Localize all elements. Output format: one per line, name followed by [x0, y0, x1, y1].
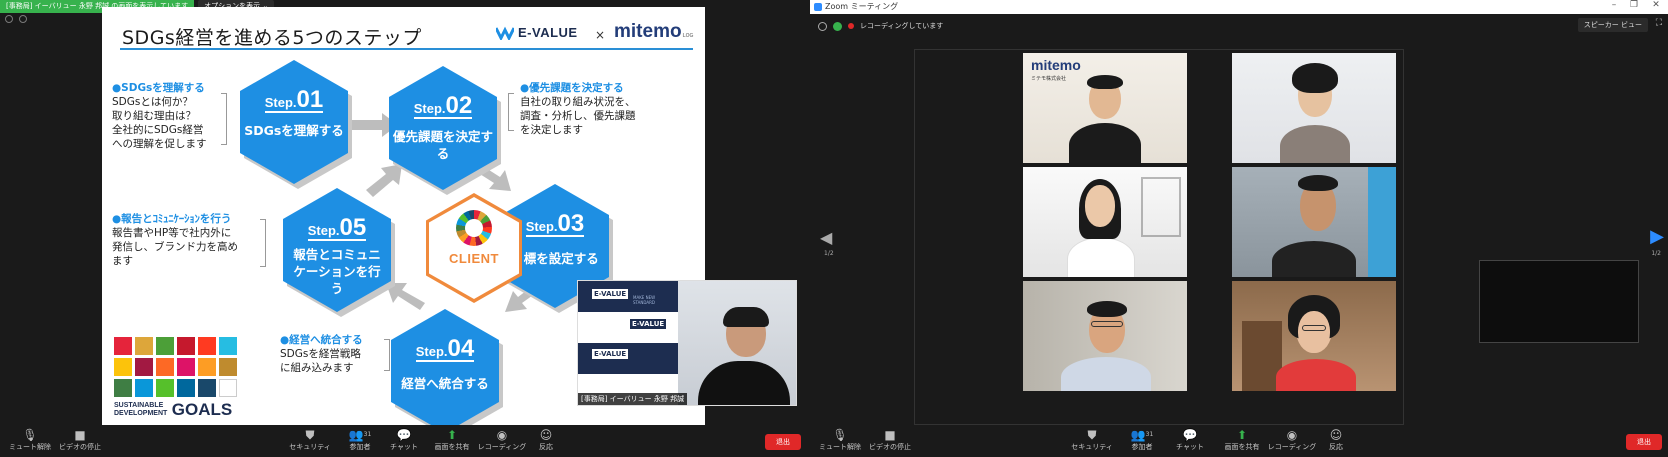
reaction-icon: ☺ [539, 428, 553, 442]
step-05-description: ●報告とｺﾐｭﾆｹｰｼｮﾝを行う 報告書やHP等で社内外に 発信し、ブランド力を… [112, 213, 238, 267]
participant-tile[interactable] [1023, 167, 1187, 277]
video-camera-icon: ■ [884, 428, 896, 442]
sdg-goal-icon [198, 358, 216, 376]
leave-button[interactable]: 退出 [1626, 434, 1662, 450]
client-label: CLIENT [449, 251, 499, 266]
speaker-video-thumbnail[interactable]: E-VALUE E-VALUE E-VALUE MAKE NEW STANDAR… [577, 280, 797, 406]
shield-icon[interactable] [19, 15, 27, 23]
chat-button[interactable]: 💬 チャット [1160, 428, 1220, 452]
thumb-brand-1: E-VALUE [592, 289, 629, 299]
step-02-label: 優先課題を決定する [393, 129, 494, 161]
window-titlebar: Zoom ミーティング – ❐ ✕ [810, 0, 1668, 14]
meeting-toolbar: 🎙 ミュート解除 ■ ビデオの停止 ⛊ セキュリティ 👥31 参加者 💬 チャット ⬆ 画面… [0, 428, 810, 457]
sdg-goal-icon [219, 337, 237, 355]
minimize-icon[interactable]: – [1606, 0, 1622, 10]
next-page-icon[interactable]: ▶ [1650, 226, 1664, 247]
thumb-brand-3: E-VALUE [592, 349, 629, 359]
sdg-goal-icon [156, 379, 174, 397]
stop-video-button[interactable]: ■ ビデオの停止 [860, 428, 920, 452]
bracket [260, 219, 266, 267]
step-04-label: 経営へ統合する [401, 376, 489, 391]
sdg-goal-icon [219, 358, 237, 376]
sdg-goal-icon [198, 337, 216, 355]
meeting-info-icons [5, 15, 27, 23]
reaction-icon: ☺ [1329, 428, 1343, 442]
step-05-label: 報告とコミュニケーションを行う [293, 247, 381, 296]
prev-page-number: 1/2 [824, 250, 834, 257]
thumb-tagline: MAKE NEW STANDARD [633, 295, 656, 305]
sdg-goal-icon [114, 358, 132, 376]
info-icon[interactable] [5, 15, 13, 23]
leave-button[interactable]: 退出 [765, 434, 801, 450]
fullscreen-icon[interactable]: ⛶ [1656, 18, 1662, 28]
sdg-goal-icon [177, 379, 195, 397]
zoom-app-icon [814, 3, 822, 11]
step-04-description: ●経営へ統合する SDGsを経営戦略 に組み込みます [280, 334, 363, 374]
sdg-goal-icon [135, 337, 153, 355]
sdg-wheel-icon [456, 210, 492, 246]
participant-tile[interactable] [1232, 167, 1396, 277]
participant-tile[interactable] [1023, 281, 1187, 391]
gallery-view: mitemo ミテモ株式会社 [914, 49, 1404, 425]
self-video-tile[interactable] [1479, 260, 1639, 343]
meeting-toolbar: 🎙 ミュート解除 ■ ビデオの停止 ⛊ セキュリティ 👥31 参加者 💬 チャット ⬆ 画面… [810, 428, 1668, 457]
recording-status: レコーディングしています [860, 22, 944, 30]
left-zoom-window: [事務局] イーバリュー 永野 邦誠 の画面を表示しています オプションを表示 … [0, 0, 810, 457]
sdg-goal-icon [135, 358, 153, 376]
next-page-number: 1/2 [1651, 250, 1661, 257]
participant-tile[interactable]: mitemo ミテモ株式会社 [1023, 53, 1187, 163]
info-icon[interactable] [818, 21, 827, 31]
reactions-button[interactable]: ☺ 反応 [516, 428, 576, 452]
close-icon[interactable]: ✕ [1648, 0, 1664, 10]
sdg-goal-icon [219, 379, 237, 397]
step-01-description: ●SDGsを理解する SDGsとは何か？ 取り組む理由は？ 全社的にSDGs経営… [112, 82, 207, 150]
stop-video-button[interactable]: ■ ビデオの停止 [50, 428, 110, 452]
window-title: Zoom ミーティング [825, 2, 899, 11]
step-01-label: SDGsを理解する [244, 123, 344, 138]
sdg-goal-icon [114, 379, 132, 397]
step-02-description: ●優先課題を決定する 自社の取り組み状況を、 調査・分析し、優先課題 を決定しま… [520, 82, 636, 136]
mitemo-tile-logo: mitemo [1031, 57, 1081, 73]
sdg-goal-icon [177, 337, 195, 355]
participant-tile[interactable] [1232, 281, 1396, 391]
sdg-goal-icon [198, 379, 216, 397]
evalue-banner: E-VALUE E-VALUE E-VALUE MAKE NEW STANDAR… [578, 281, 678, 405]
bracket [508, 93, 514, 131]
right-zoom-window: Zoom ミーティング – ❐ ✕ レコーディングしています スピーカー ビュー… [810, 0, 1668, 457]
sdg-goal-icon [156, 337, 174, 355]
sdg-goal-icon [177, 358, 195, 376]
recording-dot-icon [848, 23, 854, 29]
prev-page-icon[interactable]: ◀ [820, 228, 832, 247]
maximize-icon[interactable]: ❐ [1626, 0, 1642, 10]
sdg-icon-grid [114, 337, 240, 397]
chat-icon: 💬 [1182, 428, 1198, 442]
sdg-goal-icon [156, 358, 174, 376]
speaker-hair [723, 307, 769, 327]
sdg-goal-icon [135, 379, 153, 397]
participant-tile[interactable] [1232, 53, 1396, 163]
sdg-logo: SUSTAINABLE DEVELOPMENT GOALS [114, 400, 233, 419]
sdg-goal-icon [114, 337, 132, 355]
mitemo-tile-sub: ミテモ株式会社 [1031, 76, 1067, 82]
bracket [384, 339, 390, 371]
thumb-brand-2: E-VALUE [630, 319, 667, 329]
speaker-view-button[interactable]: スピーカー ビュー [1577, 18, 1648, 32]
video-camera-icon: ■ [74, 428, 86, 442]
bracket [221, 93, 227, 145]
meeting-status: レコーディングしています [818, 21, 943, 31]
reactions-button[interactable]: ☺ 反応 [1306, 428, 1366, 452]
speaker-name-label: [事務局] イーバリュー 永野 邦誠 [578, 393, 688, 405]
shield-icon[interactable] [833, 21, 842, 31]
